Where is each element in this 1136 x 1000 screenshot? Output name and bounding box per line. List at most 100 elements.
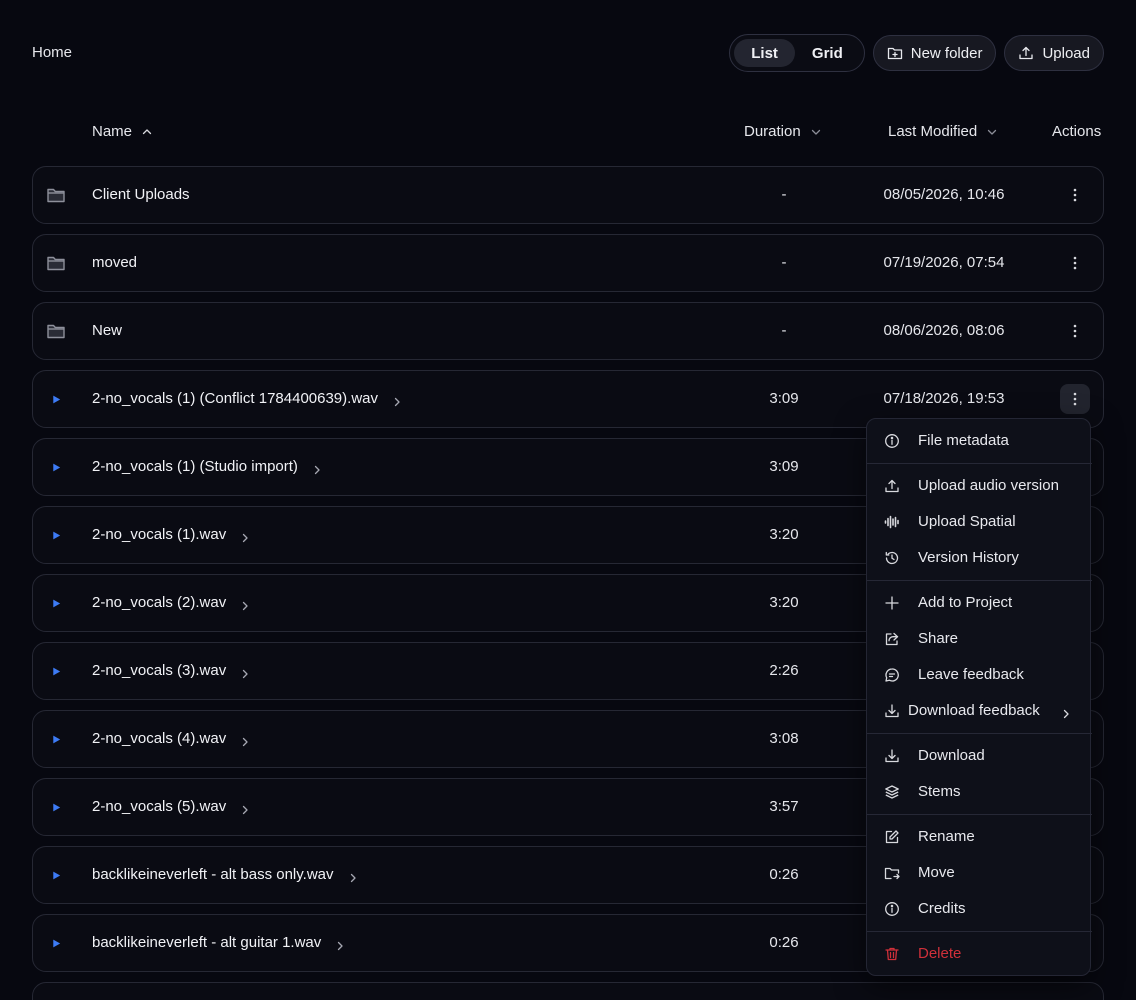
context-menu: File metadata Upload audio version Upload … bbox=[866, 418, 1092, 976]
column-header-name[interactable]: Name bbox=[92, 123, 152, 140]
new-folder-button[interactable]: New folder bbox=[872, 35, 997, 71]
breadcrumb[interactable]: Home bbox=[32, 44, 72, 61]
duration-cell: 3:08 bbox=[769, 730, 799, 747]
modified-cell: 08/06/2026, 08:06 bbox=[883, 322, 1005, 339]
menu-item-leave-feedback[interactable]: Leave feedback bbox=[867, 657, 1092, 693]
play-icon[interactable] bbox=[46, 526, 66, 544]
chevron-down-icon bbox=[811, 129, 820, 135]
menu-item-delete[interactable]: Delete bbox=[867, 936, 1092, 972]
menu-item-rename[interactable]: Rename bbox=[867, 819, 1092, 855]
more-vertical-icon bbox=[1073, 392, 1077, 406]
menu-item-download-feedback[interactable]: Download feedback bbox=[867, 693, 1092, 729]
chevron-right-icon[interactable] bbox=[240, 802, 250, 814]
upload-icon bbox=[1019, 46, 1034, 60]
share-icon bbox=[884, 631, 900, 647]
chevron-down-icon bbox=[988, 129, 997, 135]
folder-row[interactable]: New - 08/06/2026, 08:06 bbox=[32, 302, 1104, 360]
folder-icon bbox=[46, 254, 66, 272]
menu-item-label: Share bbox=[918, 630, 959, 647]
file-name: New bbox=[92, 322, 122, 339]
play-icon[interactable] bbox=[46, 390, 66, 408]
menu-item-stems[interactable]: Stems bbox=[867, 774, 1092, 810]
play-icon[interactable] bbox=[46, 934, 66, 952]
file-name-label: 2-no_vocals (5).wav bbox=[92, 798, 227, 815]
audio-file-row[interactable] bbox=[32, 982, 1104, 1000]
more-actions-button[interactable] bbox=[1060, 384, 1090, 414]
menu-item-share[interactable]: Share bbox=[867, 621, 1092, 657]
menu-item-version-history[interactable]: Version History bbox=[867, 540, 1092, 576]
more-actions-button[interactable] bbox=[1060, 180, 1090, 210]
file-name: 2-no_vocals (1).wav bbox=[92, 526, 250, 543]
chevron-right-icon[interactable] bbox=[240, 734, 250, 746]
menu-separator bbox=[867, 931, 1092, 932]
column-header-duration[interactable]: Duration bbox=[744, 123, 821, 140]
folder-plus-icon bbox=[887, 47, 902, 60]
plus-icon bbox=[884, 595, 900, 611]
more-vertical-icon bbox=[1073, 256, 1077, 270]
file-name-label: Client Uploads bbox=[92, 186, 190, 203]
folder-row[interactable]: moved - 07/19/2026, 07:54 bbox=[32, 234, 1104, 292]
file-name-label: 2-no_vocals (3).wav bbox=[92, 662, 227, 679]
menu-item-upload-spatial[interactable]: Upload Spatial bbox=[867, 504, 1092, 540]
file-name-label: 2-no_vocals (1) (Conflict 1784400639).wa… bbox=[92, 390, 378, 407]
duration-cell: - bbox=[781, 254, 787, 271]
view-grid-button[interactable]: Grid bbox=[795, 39, 860, 67]
menu-item-label: Credits bbox=[918, 900, 966, 917]
more-vertical-icon bbox=[1073, 324, 1077, 338]
more-actions-button[interactable] bbox=[1060, 316, 1090, 346]
menu-item-download[interactable]: Download bbox=[867, 738, 1092, 774]
file-name-label: backlikeineverleft - alt guitar 1.wav bbox=[92, 934, 322, 951]
menu-separator bbox=[867, 733, 1092, 734]
upload-icon bbox=[884, 478, 900, 494]
column-header-actions: Actions bbox=[1052, 123, 1101, 140]
chevron-right-icon[interactable] bbox=[240, 598, 250, 610]
file-browser-page: Home List Grid New folder Upload Name Du… bbox=[0, 0, 1136, 1000]
play-icon[interactable] bbox=[46, 594, 66, 612]
file-name: Client Uploads bbox=[92, 186, 190, 203]
file-name-label: moved bbox=[92, 254, 138, 271]
menu-item-file-metadata[interactable]: File metadata bbox=[867, 423, 1092, 459]
info-icon bbox=[884, 901, 900, 917]
toolbar: List Grid New folder Upload bbox=[729, 34, 1104, 72]
menu-item-label: Delete bbox=[918, 945, 962, 962]
chevron-right-icon bbox=[1061, 706, 1071, 719]
file-name-label: 2-no_vocals (1).wav bbox=[92, 526, 227, 543]
folder-move-icon bbox=[884, 865, 900, 881]
upload-button[interactable]: Upload bbox=[1004, 35, 1104, 71]
play-icon[interactable] bbox=[46, 730, 66, 748]
layers-icon bbox=[884, 784, 900, 800]
chevron-right-icon[interactable] bbox=[335, 938, 345, 950]
menu-separator bbox=[867, 463, 1092, 464]
view-list-button[interactable]: List bbox=[734, 39, 795, 67]
chevron-right-icon[interactable] bbox=[312, 462, 322, 474]
duration-cell: 0:26 bbox=[769, 866, 799, 883]
file-name: moved bbox=[92, 254, 137, 271]
chevron-right-icon[interactable] bbox=[240, 530, 250, 542]
play-icon[interactable] bbox=[46, 458, 66, 476]
column-modified-label: Last Modified bbox=[888, 123, 978, 140]
file-name-label: New bbox=[92, 322, 123, 339]
menu-item-credits[interactable]: Credits bbox=[867, 891, 1092, 927]
menu-item-add-to-project[interactable]: Add to Project bbox=[867, 585, 1092, 621]
menu-item-upload-audio-version[interactable]: Upload audio version bbox=[867, 468, 1092, 504]
file-name: 2-no_vocals (1) (Studio import) bbox=[92, 458, 322, 475]
chevron-right-icon[interactable] bbox=[348, 870, 358, 882]
file-name: 2-no_vocals (1) (Conflict 1784400639).wa… bbox=[92, 390, 402, 407]
play-icon[interactable] bbox=[46, 866, 66, 884]
menu-item-label: Download bbox=[918, 747, 985, 764]
column-name-label: Name bbox=[92, 123, 133, 140]
more-actions-button[interactable] bbox=[1060, 248, 1090, 278]
chevron-right-icon[interactable] bbox=[240, 666, 250, 678]
column-header-modified[interactable]: Last Modified bbox=[888, 123, 997, 140]
play-icon[interactable] bbox=[46, 798, 66, 816]
column-duration-label: Duration bbox=[744, 123, 801, 140]
chevron-right-icon[interactable] bbox=[392, 394, 402, 406]
sort-ascending-icon bbox=[142, 128, 152, 134]
duration-cell: 0:26 bbox=[769, 934, 799, 951]
file-name: backlikeineverleft - alt bass only.wav bbox=[92, 866, 358, 883]
menu-item-label: Upload audio version bbox=[918, 477, 1059, 494]
menu-item-move[interactable]: Move bbox=[867, 855, 1092, 891]
file-name: 2-no_vocals (2).wav bbox=[92, 594, 250, 611]
folder-row[interactable]: Client Uploads - 08/05/2026, 10:46 bbox=[32, 166, 1104, 224]
play-icon[interactable] bbox=[46, 662, 66, 680]
